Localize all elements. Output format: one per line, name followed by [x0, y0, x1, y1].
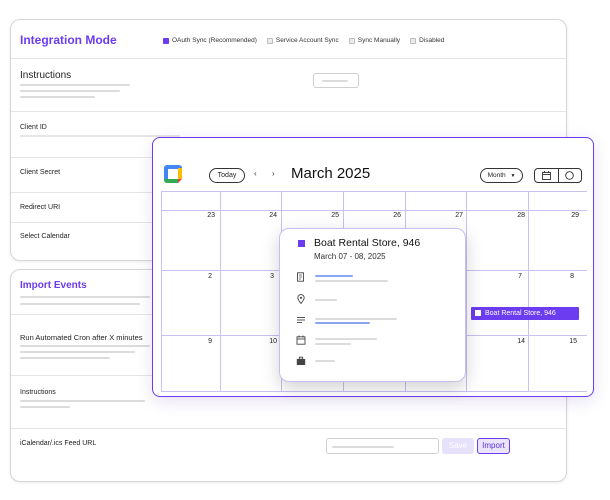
- page: Integration Mode OAuth Sync (Recommended…: [0, 0, 610, 500]
- day-number[interactable]: 14: [505, 338, 525, 345]
- location-pin-icon: [297, 294, 305, 304]
- divider: [11, 58, 566, 59]
- select-calendar-label: Select Calendar: [20, 233, 70, 240]
- day-number[interactable]: 25: [319, 212, 339, 219]
- option-label: Sync Manually: [357, 37, 401, 44]
- today-button[interactable]: Today: [209, 168, 245, 183]
- option-oauth-sync[interactable]: OAuth Sync (Recommended): [163, 37, 257, 44]
- instructions-label: Instructions: [20, 70, 72, 81]
- placeholder-line: [315, 299, 337, 301]
- calendar-icon: [541, 171, 551, 180]
- divider: [11, 111, 566, 112]
- redirect-uri-label: Redirect URI: [20, 204, 61, 211]
- placeholder-line: [322, 80, 348, 82]
- ics-feed-url-label: iCalendar/.ics Feed URL: [20, 440, 97, 447]
- day-number[interactable]: 9: [192, 338, 212, 345]
- next-month-chevron-icon[interactable]: ›: [272, 169, 275, 178]
- placeholder-line: [315, 280, 388, 282]
- placeholder-line: [20, 357, 110, 359]
- day-number[interactable]: 23: [195, 212, 215, 219]
- day-number[interactable]: 29: [559, 212, 579, 219]
- client-id-label: Client ID: [20, 124, 47, 131]
- day-number[interactable]: 3: [254, 273, 274, 280]
- divider: [11, 428, 566, 429]
- integration-mode-title: Integration Mode: [20, 33, 117, 47]
- event-title: Boat Rental Store, 946: [314, 237, 421, 249]
- import-events-title: Import Events: [20, 280, 87, 291]
- cron-label: Run Automated Cron after X minutes: [20, 333, 143, 342]
- day-number[interactable]: 27: [443, 212, 463, 219]
- placeholder-line: [20, 406, 70, 408]
- placeholder-line: [315, 338, 377, 340]
- option-service-account-sync[interactable]: Service Account Sync: [266, 37, 339, 44]
- placeholder-line: [20, 296, 150, 298]
- grid-line: [220, 192, 221, 391]
- placeholder-line: [315, 318, 397, 320]
- save-button[interactable]: Save: [442, 438, 474, 454]
- day-number[interactable]: 15: [557, 338, 577, 345]
- grid-line: [161, 192, 162, 391]
- month-title: March 2025: [291, 165, 371, 182]
- import-instructions-label: Instructions: [20, 389, 56, 396]
- option-label: Disabled: [419, 37, 445, 44]
- placeholder-line: [20, 90, 120, 92]
- briefcase-icon: [296, 356, 306, 365]
- ics-feed-url-input[interactable]: [326, 438, 439, 454]
- placeholder-line: [332, 446, 394, 448]
- grid-line: [466, 192, 467, 391]
- grid-line: [161, 210, 587, 211]
- sync-mode-options: OAuth Sync (Recommended) Service Account…: [163, 37, 444, 44]
- day-number[interactable]: 2: [192, 273, 212, 280]
- view-toggle: [534, 168, 582, 183]
- day-number[interactable]: 8: [554, 273, 574, 280]
- placeholder-line: [20, 351, 135, 353]
- placeholder-line: [315, 322, 370, 324]
- day-number[interactable]: 28: [505, 212, 525, 219]
- import-button[interactable]: Import: [477, 438, 510, 454]
- placeholder-line: [20, 345, 150, 347]
- description-lines-icon: [297, 317, 305, 323]
- placeholder-line: [315, 360, 335, 362]
- option-sync-manually[interactable]: Sync Manually: [348, 37, 401, 44]
- event-detail-popup: Boat Rental Store, 946 March 07 - 08, 20…: [279, 228, 466, 382]
- placeholder-line: [315, 275, 353, 277]
- event-color-swatch: [298, 240, 305, 247]
- option-label: Service Account Sync: [275, 37, 339, 44]
- day-number[interactable]: 24: [257, 212, 277, 219]
- view-select[interactable]: Month ▼: [480, 168, 523, 183]
- placeholder-line: [20, 84, 130, 86]
- placeholder-line: [20, 400, 145, 402]
- view-select-label: Month: [487, 172, 506, 179]
- google-calendar-logo-icon: [164, 165, 182, 183]
- grid-line: [161, 391, 587, 392]
- option-disabled[interactable]: Disabled: [410, 37, 444, 44]
- checkbox-checked-icon[interactable]: [163, 37, 169, 44]
- option-label: OAuth Sync (Recommended): [172, 37, 257, 44]
- document-icon: [297, 272, 304, 282]
- circle-view-button[interactable]: [557, 169, 582, 182]
- circle-icon: [565, 171, 574, 180]
- caret-down-icon: ▼: [510, 173, 516, 179]
- day-number[interactable]: 26: [381, 212, 401, 219]
- grid-line: [528, 192, 529, 391]
- placeholder-line: [315, 343, 351, 345]
- day-number[interactable]: 7: [502, 273, 522, 280]
- placeholder-line: [20, 96, 95, 98]
- checkbox-icon[interactable]: [410, 37, 417, 44]
- client-secret-label: Client Secret: [20, 169, 61, 176]
- checkbox-icon[interactable]: [266, 37, 273, 44]
- event-date-range: March 07 - 08, 2025: [314, 252, 386, 261]
- calendar-event-bar[interactable]: Boat Rental Store, 946: [471, 307, 579, 320]
- instructions-select[interactable]: [313, 73, 359, 88]
- prev-month-chevron-icon[interactable]: ‹: [254, 169, 257, 178]
- calendar-view-button[interactable]: [535, 169, 558, 182]
- day-number[interactable]: 10: [257, 338, 277, 345]
- placeholder-line: [20, 303, 140, 305]
- calendar-icon: [296, 335, 306, 345]
- checkbox-icon[interactable]: [348, 37, 355, 44]
